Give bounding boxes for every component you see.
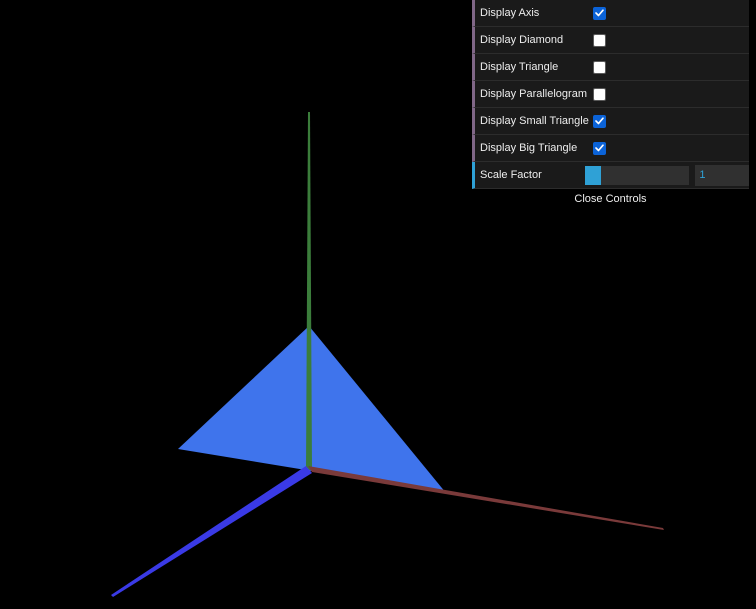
control-label: Display Big Triangle: [480, 142, 578, 154]
control-label: Display Diamond: [480, 34, 564, 46]
scale-factor-input[interactable]: 1: [695, 164, 749, 186]
checkbox[interactable]: [593, 141, 606, 155]
scale-factor-label: Scale Factor: [480, 169, 542, 181]
checkbox[interactable]: [593, 114, 606, 128]
controls-panel: Display Axis Display Diamond Display Trian…: [472, 0, 749, 209]
close-controls-button[interactable]: Close Controls: [472, 189, 749, 209]
slider-fill: [585, 165, 601, 185]
scale-factor-slider[interactable]: [585, 165, 690, 185]
control-row-display-axis: Display Axis: [472, 0, 749, 27]
check-icon: [595, 144, 604, 152]
control-row-display-triangle: Display Triangle: [472, 54, 749, 81]
scale-factor-row: Scale Factor 1: [472, 162, 749, 189]
checkbox[interactable]: [593, 6, 606, 20]
control-row-display-big-triangle: Display Big Triangle: [472, 135, 749, 162]
check-icon: [595, 117, 604, 125]
control-label: Display Axis: [480, 7, 540, 19]
y-axis: [306, 112, 312, 470]
check-icon: [595, 9, 604, 17]
control-label: Display Small Triangle: [480, 115, 589, 127]
z-axis: [111, 466, 312, 597]
checkbox[interactable]: [593, 87, 606, 101]
control-row-display-small-triangle: Display Small Triangle: [472, 108, 749, 135]
checkbox[interactable]: [593, 60, 606, 74]
checkbox[interactable]: [593, 33, 606, 47]
control-row-display-parallelogram: Display Parallelogram: [472, 81, 749, 108]
control-row-display-diamond: Display Diamond: [472, 27, 749, 54]
control-label: Display Triangle: [480, 61, 559, 73]
x-axis: [308, 466, 664, 530]
control-label: Display Parallelogram: [480, 88, 587, 100]
